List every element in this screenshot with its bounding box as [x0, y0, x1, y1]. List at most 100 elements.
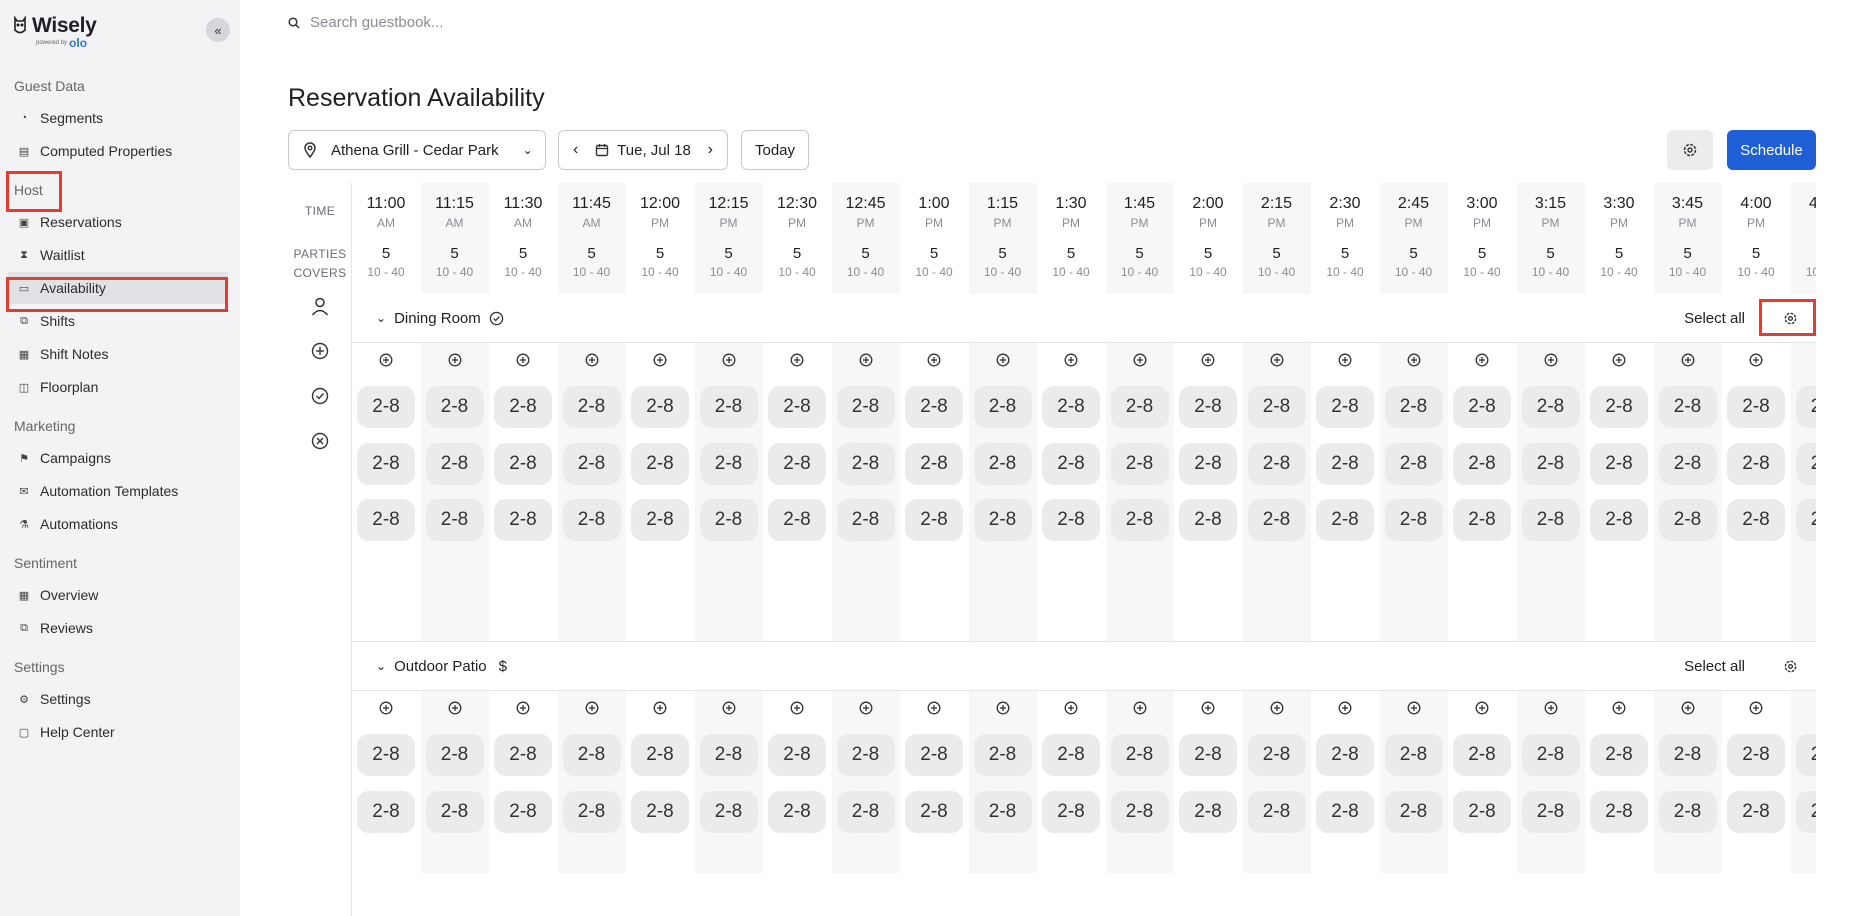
chevron-left-icon[interactable]: ‹	[573, 141, 578, 159]
party-size-slot[interactable]: 2-8	[1727, 734, 1785, 776]
add-slot-icon[interactable]	[1174, 353, 1242, 367]
party-size-slot[interactable]: 2-8	[768, 442, 826, 485]
add-slot-icon[interactable]	[969, 353, 1037, 367]
party-size-slot[interactable]: 2-8	[699, 499, 758, 541]
party-size-slot[interactable]: 2-8	[425, 442, 484, 485]
add-slot-icon[interactable]	[832, 353, 900, 367]
party-size-slot[interactable]: 2-8	[562, 386, 621, 428]
party-size-slot[interactable]: 2-8	[425, 386, 484, 428]
party-size-slot[interactable]: 2-8	[768, 790, 826, 833]
add-slot-icon[interactable]	[421, 701, 489, 715]
party-size-slot[interactable]: 2-8	[699, 442, 758, 485]
location-select[interactable]: Athena Grill - Cedar Park ⌄	[288, 130, 546, 170]
add-slot-icon[interactable]	[626, 353, 694, 367]
party-size-slot[interactable]: 2-8	[1521, 499, 1580, 541]
party-size-slot[interactable]: 2-8	[1453, 790, 1511, 833]
add-slot-icon[interactable]	[1448, 353, 1516, 367]
party-size-slot[interactable]: 2-8	[699, 790, 758, 833]
sidebar-item-help-center[interactable]: ▢ Help Center	[8, 716, 228, 748]
party-size-slot[interactable]: 2-8	[1727, 499, 1785, 541]
party-size-slot[interactable]: 2-8	[562, 499, 621, 541]
party-size-slot[interactable]: 2-8	[1727, 386, 1785, 428]
party-size-slot[interactable]: 2-8	[1110, 734, 1169, 776]
party-size-slot[interactable]: 2-8	[1384, 734, 1443, 776]
party-size-slot[interactable]: 2-8	[699, 734, 758, 776]
add-slot-icon[interactable]	[489, 701, 557, 715]
party-size-slot[interactable]: 2-8	[357, 442, 415, 485]
party-size-slot[interactable]: 2-8	[1795, 386, 1816, 428]
party-size-slot[interactable]: 2-8	[1247, 790, 1306, 833]
add-slot-icon[interactable]	[1791, 353, 1817, 367]
add-slot-icon[interactable]	[969, 701, 1037, 715]
party-size-slot[interactable]: 2-8	[562, 442, 621, 485]
date-picker[interactable]: ‹ Tue, Jul 18 ›	[558, 130, 728, 170]
party-size-slot[interactable]: 2-8	[1110, 499, 1169, 541]
party-size-slot[interactable]: 2-8	[836, 790, 895, 833]
add-slot-icon[interactable]	[626, 701, 694, 715]
add-slot-icon[interactable]	[558, 701, 626, 715]
add-slot-icon[interactable]	[489, 353, 557, 367]
add-slot-icon[interactable]	[1037, 353, 1105, 367]
party-size-slot[interactable]: 2-8	[973, 499, 1032, 541]
party-size-slot[interactable]: 2-8	[973, 734, 1032, 776]
party-size-slot[interactable]: 2-8	[1453, 442, 1511, 485]
party-size-slot[interactable]: 2-8	[1727, 442, 1785, 485]
party-size-slot[interactable]: 2-8	[1795, 734, 1816, 776]
party-size-slot[interactable]: 2-8	[562, 790, 621, 833]
chevron-right-icon[interactable]: ›	[708, 141, 713, 159]
party-size-slot[interactable]: 2-8	[699, 386, 758, 428]
party-size-slot[interactable]: 2-8	[1316, 734, 1374, 776]
party-size-slot[interactable]: 2-8	[973, 442, 1032, 485]
party-size-slot[interactable]: 2-8	[1179, 499, 1237, 541]
sidebar-item-floorplan[interactable]: ◫ Floorplan	[8, 371, 228, 403]
party-size-slot[interactable]: 2-8	[1179, 386, 1237, 428]
add-slot-icon[interactable]	[421, 353, 489, 367]
party-size-slot[interactable]: 2-8	[1521, 386, 1580, 428]
party-size-slot[interactable]: 2-8	[1247, 386, 1306, 428]
add-slot-icon[interactable]	[1243, 701, 1311, 715]
party-size-slot[interactable]: 2-8	[1316, 499, 1374, 541]
add-slot-icon[interactable]	[900, 701, 968, 715]
party-size-slot[interactable]: 2-8	[494, 442, 552, 485]
add-slot-icon[interactable]	[1654, 701, 1722, 715]
search-input[interactable]: Search guestbook...	[310, 14, 443, 31]
add-slot-icon[interactable]	[695, 353, 763, 367]
party-size-slot[interactable]: 2-8	[1110, 442, 1169, 485]
add-slot-icon[interactable]	[832, 701, 900, 715]
party-size-slot[interactable]: 2-8	[905, 499, 963, 541]
add-slot-icon[interactable]	[1106, 353, 1174, 367]
party-size-slot[interactable]: 2-8	[631, 386, 689, 428]
select-all-button[interactable]: Select all	[1684, 658, 1745, 675]
section-settings-button[interactable]	[1770, 650, 1810, 682]
party-size-slot[interactable]: 2-8	[905, 442, 963, 485]
collapse-sidebar-button[interactable]: «	[206, 18, 230, 42]
party-size-slot[interactable]: 2-8	[768, 734, 826, 776]
add-slot-icon[interactable]	[1448, 701, 1516, 715]
add-slot-icon[interactable]	[558, 353, 626, 367]
sidebar-item-segments[interactable]: ◔ Segments	[8, 102, 228, 134]
party-size-slot[interactable]: 2-8	[1453, 734, 1511, 776]
party-size-slot[interactable]: 2-8	[768, 499, 826, 541]
today-button[interactable]: Today	[741, 130, 809, 170]
add-slot-icon[interactable]	[763, 353, 831, 367]
x-circle-icon[interactable]	[310, 431, 330, 451]
search-bar[interactable]: Search guestbook...	[288, 14, 443, 31]
sidebar-item-waitlist[interactable]: ⧗ Waitlist	[8, 239, 228, 271]
party-size-slot[interactable]: 2-8	[1042, 734, 1100, 776]
party-size-slot[interactable]: 2-8	[1590, 790, 1648, 833]
sidebar-item-campaigns[interactable]: ⚑ Campaigns	[8, 442, 228, 474]
party-size-slot[interactable]: 2-8	[836, 442, 895, 485]
add-slot-icon[interactable]	[1380, 701, 1448, 715]
party-size-slot[interactable]: 2-8	[1521, 734, 1580, 776]
party-size-slot[interactable]: 2-8	[1453, 386, 1511, 428]
party-size-slot[interactable]: 2-8	[494, 734, 552, 776]
party-size-slot[interactable]: 2-8	[1658, 386, 1717, 428]
party-size-slot[interactable]: 2-8	[973, 790, 1032, 833]
add-slot-icon[interactable]	[1106, 701, 1174, 715]
party-size-slot[interactable]: 2-8	[1110, 790, 1169, 833]
add-slot-icon[interactable]	[1311, 701, 1379, 715]
party-size-slot[interactable]: 2-8	[425, 499, 484, 541]
party-size-slot[interactable]: 2-8	[1658, 442, 1717, 485]
sidebar-item-reviews[interactable]: ⧉ Reviews	[8, 612, 228, 644]
party-size-slot[interactable]: 2-8	[905, 790, 963, 833]
